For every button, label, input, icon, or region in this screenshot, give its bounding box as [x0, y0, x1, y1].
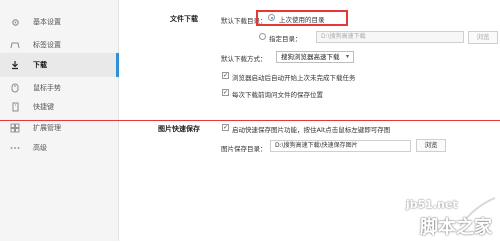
image-save-checkbox[interactable]: ✓	[222, 124, 229, 131]
keyboard-shortcut-icon	[9, 101, 21, 113]
default-method-label: 默认下载方式：	[221, 55, 267, 63]
specified-dir-field[interactable]: D:\搜狗高速下载	[316, 31, 464, 43]
last-used-dir-radio[interactable]	[268, 14, 275, 21]
image-browse-button[interactable]: 浏览	[416, 139, 446, 152]
download-method-value: 搜狗浏览器高速下载	[281, 53, 340, 61]
download-method-select[interactable]: 搜狗浏览器高速下载 ▾	[276, 51, 354, 63]
auto-resume-checkbox[interactable]: ✓	[222, 72, 229, 79]
sidebar-item-advanced[interactable]: 高级	[0, 136, 118, 160]
sidebar-item-label: 高级	[33, 144, 47, 152]
section-title-image-save: 图片快速保存	[158, 125, 200, 133]
image-save-enable-label: 启动快速保存图片功能，按住Alt点击鼠标左键即可存图	[232, 126, 391, 134]
sidebar-item-label: 鼠标手势	[33, 84, 61, 92]
extension-icon	[9, 122, 21, 134]
sidebar-item-label: 基本设置	[33, 18, 61, 26]
gear-icon	[9, 16, 21, 28]
watermark-name: 脚本之家	[420, 217, 492, 238]
sidebar-item-label: 下载	[33, 61, 47, 69]
specified-dir-radio[interactable]	[259, 33, 266, 40]
sidebar-item-download[interactable]: 下载	[0, 53, 119, 77]
sidebar-item-label: 快捷键	[33, 103, 54, 111]
section-title-download: 文件下载	[170, 15, 198, 23]
ask-location-label: 每次下载前询问文件的保存位置	[232, 91, 323, 99]
watermark-url: jb51.net	[406, 198, 458, 211]
tab-icon	[9, 39, 21, 51]
more-icon	[9, 142, 21, 154]
download-icon	[9, 59, 21, 71]
sidebar-item-basic-settings[interactable]: 基本设置	[0, 10, 118, 34]
sidebar-item-label: 标签设置	[33, 41, 61, 49]
highlight-line	[0, 120, 500, 121]
specified-dir-label: 指定目录：	[269, 35, 302, 43]
auto-resume-label: 浏览器启动后自动开始上次未完成下载任务	[232, 74, 356, 82]
image-dir-field[interactable]: D:\搜狗高速下载\快速保存图片	[270, 140, 411, 152]
ask-location-checkbox[interactable]: ✓	[222, 89, 229, 96]
browse-button-disabled[interactable]: 浏览	[468, 31, 498, 44]
sidebar-item-label: 扩展管理	[33, 124, 61, 132]
image-dir-label: 图片保存目录：	[221, 145, 267, 153]
last-used-dir-label: 上次使用的目录	[279, 16, 325, 24]
chevron-down-icon: ▾	[345, 53, 349, 60]
mouse-gesture-icon	[9, 82, 21, 94]
